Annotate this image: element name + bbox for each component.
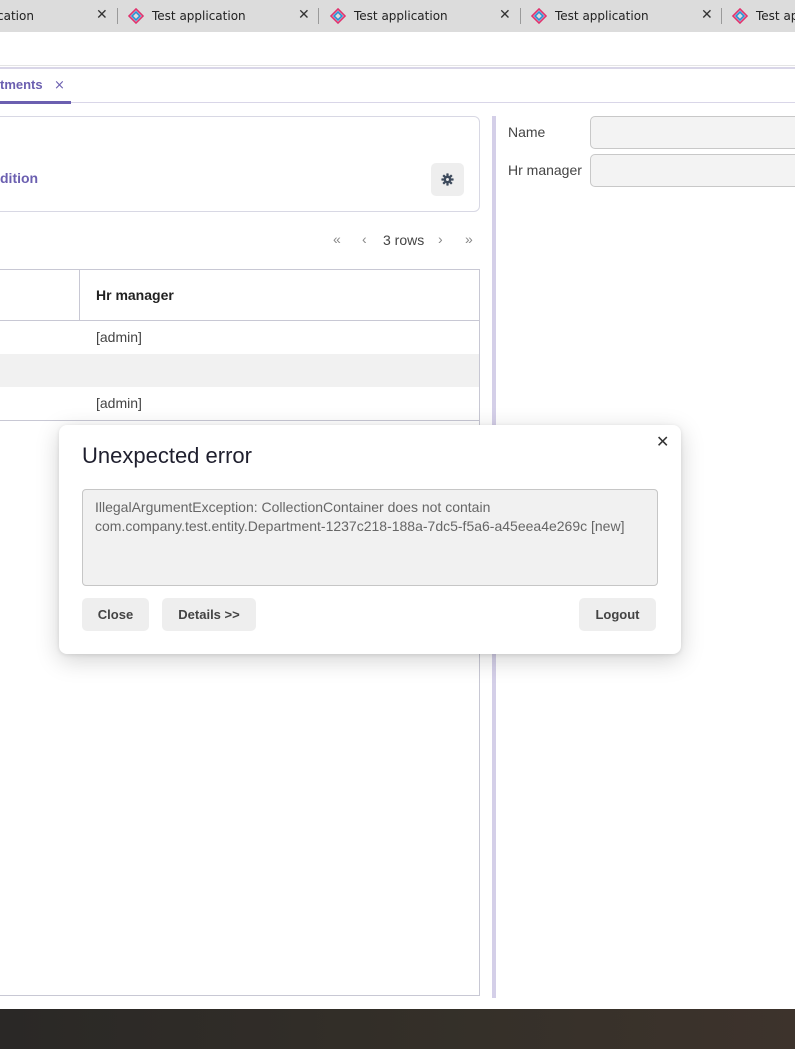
browser-tab-title: cation [0, 9, 34, 23]
tab-separator [520, 8, 521, 24]
app-favicon-icon [330, 8, 346, 24]
table-cell-hr-manager: [admin] [96, 395, 142, 411]
browser-tab[interactable]: Test app [732, 0, 795, 32]
app-favicon-icon [128, 8, 144, 24]
browser-tab-title: Test application [555, 9, 649, 23]
taskbar [0, 1009, 795, 1049]
filter-panel [0, 116, 480, 212]
browser-tab-title: Test app [756, 9, 795, 23]
prev-page-button[interactable]: ‹ [362, 231, 367, 247]
details-button[interactable]: Details >> [162, 598, 256, 631]
dialog-title: Unexpected error [82, 443, 252, 468]
close-icon[interactable]: × [54, 78, 65, 93]
tab-departments[interactable]: tments [0, 77, 43, 92]
filter-settings-button[interactable] [431, 163, 464, 196]
table-cell-hr-manager: [admin] [96, 329, 142, 345]
row-divider [0, 420, 479, 421]
table-header: Hr manager [0, 270, 479, 321]
browser-tab-strip: cation ✕ Test application ✕ Test applica… [0, 0, 795, 32]
name-label: Name [508, 124, 546, 140]
close-tab-icon[interactable]: ✕ [499, 7, 511, 23]
first-page-button[interactable]: « [333, 231, 341, 247]
active-tab-indicator [0, 101, 71, 104]
browser-tab-title: Test application [152, 9, 246, 23]
add-condition-link[interactable]: dition [0, 170, 38, 186]
logout-button[interactable]: Logout [579, 598, 656, 631]
next-page-button[interactable]: › [438, 231, 443, 247]
app-favicon-icon [531, 8, 547, 24]
browser-tab[interactable]: cation ✕ [0, 0, 115, 32]
last-page-button[interactable]: » [465, 231, 473, 247]
tab-separator [117, 8, 118, 24]
column-header-hr-manager[interactable]: Hr manager [96, 287, 174, 303]
gear-icon [441, 173, 454, 186]
tab-separator [318, 8, 319, 24]
rows-count[interactable]: 3 rows [383, 232, 424, 248]
close-button[interactable]: Close [82, 598, 149, 631]
name-field[interactable] [590, 116, 795, 149]
browser-tab[interactable]: Test application ✕ [128, 0, 318, 32]
browser-tab[interactable]: Test application ✕ [531, 0, 721, 32]
table-row[interactable] [0, 354, 479, 387]
column-divider [79, 270, 80, 321]
hr-manager-label: Hr manager [508, 162, 582, 178]
tab-separator [721, 8, 722, 24]
close-tab-icon[interactable]: ✕ [298, 7, 310, 23]
app-favicon-icon [732, 8, 748, 24]
table-row[interactable]: [admin] [0, 321, 479, 354]
close-tab-icon[interactable]: ✕ [701, 7, 713, 23]
hr-manager-field[interactable] [590, 154, 795, 187]
table-row[interactable]: [admin] [0, 387, 479, 420]
address-bar [0, 32, 795, 66]
app-tab-bar: tments × [0, 67, 795, 104]
error-message[interactable]: IllegalArgumentException: CollectionCont… [82, 489, 658, 586]
browser-tab-title: Test application [354, 9, 448, 23]
close-tab-icon[interactable]: ✕ [96, 7, 108, 23]
browser-tab[interactable]: Test application ✕ [330, 0, 520, 32]
error-dialog: Unexpected error ✕ IllegalArgumentExcept… [59, 425, 681, 654]
close-icon[interactable]: ✕ [656, 432, 669, 451]
